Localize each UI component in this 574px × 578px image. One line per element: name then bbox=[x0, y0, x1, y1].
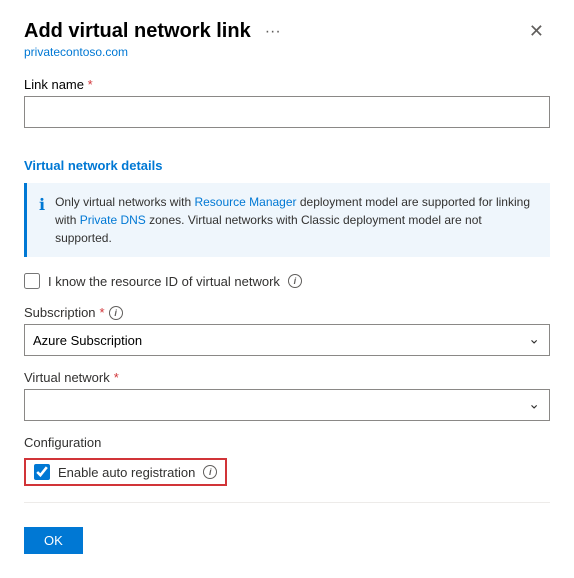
subscription-dropdown[interactable]: Azure Subscription bbox=[24, 324, 550, 356]
know-resource-id-label: I know the resource ID of virtual networ… bbox=[48, 274, 280, 289]
private-dns-link[interactable]: Private DNS bbox=[80, 213, 146, 227]
panel-subtitle: privatecontoso.com bbox=[24, 45, 550, 59]
panel-header: Add virtual network link ··· ✕ bbox=[24, 20, 550, 43]
info-icon: ℹ bbox=[39, 194, 45, 247]
auto-registration-row: Enable auto registration i bbox=[24, 458, 227, 486]
required-star: * bbox=[88, 77, 93, 92]
subscription-dropdown-wrapper: Azure Subscription bbox=[24, 324, 550, 356]
configuration-header: Configuration bbox=[24, 435, 550, 450]
vnet-required: * bbox=[114, 370, 119, 385]
vnet-details-header: Virtual network details bbox=[24, 158, 550, 173]
info-box: ℹ Only virtual networks with Resource Ma… bbox=[24, 183, 550, 257]
info-box-text: Only virtual networks with Resource Mana… bbox=[55, 193, 538, 247]
auto-registration-label: Enable auto registration bbox=[58, 465, 195, 480]
configuration-section: Configuration Enable auto registration i bbox=[24, 435, 550, 486]
know-resource-id-row: I know the resource ID of virtual networ… bbox=[24, 273, 550, 289]
ellipsis-button[interactable]: ··· bbox=[259, 21, 287, 43]
add-vnet-link-panel: Add virtual network link ··· ✕ privateco… bbox=[0, 0, 574, 578]
ok-button[interactable]: OK bbox=[24, 527, 83, 554]
know-resource-id-checkbox[interactable] bbox=[24, 273, 40, 289]
subscription-label: Subscription * i bbox=[24, 305, 550, 320]
link-name-group: Link name * bbox=[24, 77, 550, 144]
resource-manager-link[interactable]: Resource Manager bbox=[194, 195, 296, 209]
subscription-info-icon[interactable]: i bbox=[109, 306, 123, 320]
resource-id-info-icon[interactable]: i bbox=[288, 274, 302, 288]
virtual-network-dropdown[interactable] bbox=[24, 389, 550, 421]
subscription-required: * bbox=[100, 305, 105, 320]
title-area: Add virtual network link ··· bbox=[24, 20, 287, 43]
auto-registration-checkbox[interactable] bbox=[34, 464, 50, 480]
link-name-input[interactable] bbox=[24, 96, 550, 128]
divider bbox=[24, 502, 550, 503]
link-name-label: Link name * bbox=[24, 77, 550, 92]
virtual-network-dropdown-wrapper bbox=[24, 389, 550, 421]
subscription-group: Subscription * i Azure Subscription bbox=[24, 305, 550, 356]
virtual-network-group: Virtual network * bbox=[24, 370, 550, 421]
close-button[interactable]: ✕ bbox=[523, 20, 550, 42]
virtual-network-label: Virtual network * bbox=[24, 370, 550, 385]
auto-registration-info-icon[interactable]: i bbox=[203, 465, 217, 479]
panel-title: Add virtual network link bbox=[24, 20, 251, 43]
